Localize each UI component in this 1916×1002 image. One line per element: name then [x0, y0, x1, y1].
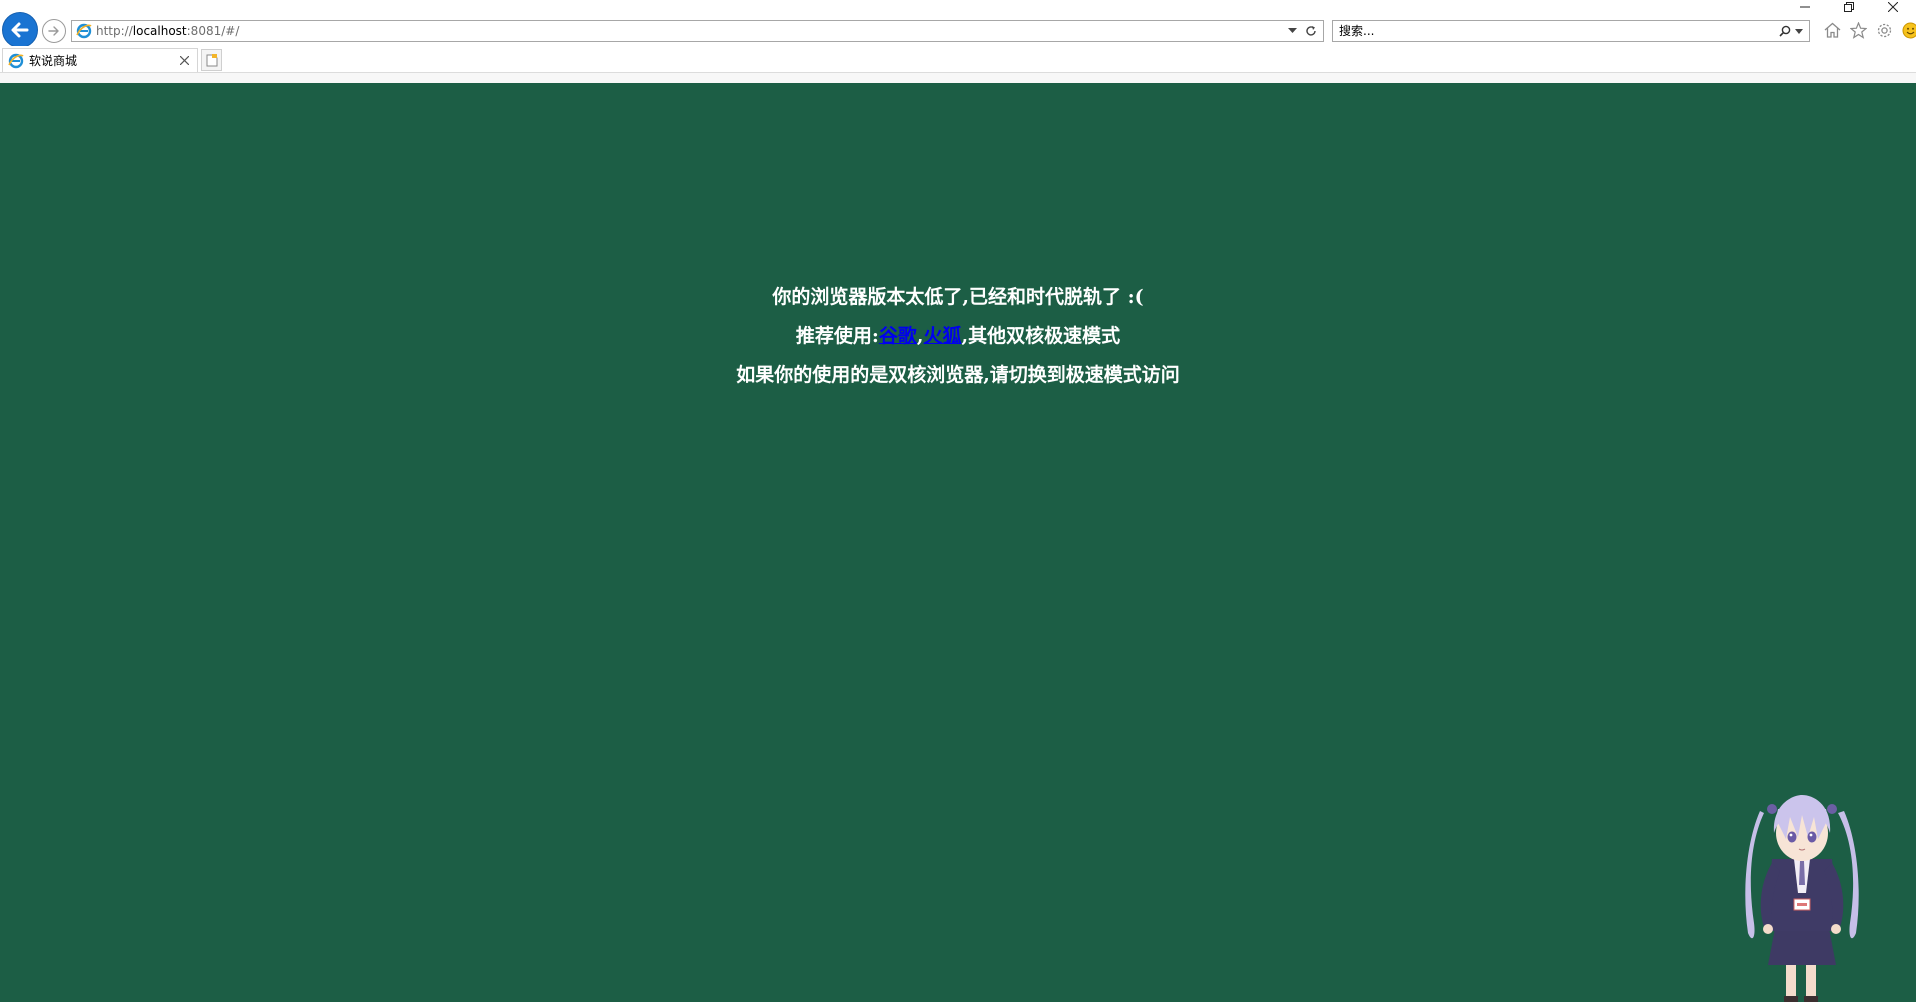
warning-line-3: 如果你的使用的是双核浏览器,请切换到极速模式访问 — [736, 364, 1180, 386]
url-host: localhost — [132, 24, 187, 38]
close-tab-icon — [179, 56, 189, 65]
chrome-link[interactable]: 谷歌 — [879, 325, 917, 347]
new-tab-button[interactable] — [201, 49, 222, 71]
restore-button[interactable] — [1826, 0, 1872, 14]
toolbar-icons — [1822, 20, 1916, 40]
settings-gear-icon — [1877, 23, 1891, 37]
close-window-button[interactable] — [1870, 0, 1916, 14]
minimize-icon — [1800, 6, 1810, 8]
browser-chrome: http://localhost:8081/#/ 搜索... 软说商城 — [0, 0, 1916, 83]
search-icon[interactable] — [1779, 25, 1791, 37]
search-input[interactable] — [1333, 22, 1779, 40]
tab-close-button[interactable] — [177, 54, 191, 68]
address-bar[interactable]: http://localhost:8081/#/ — [71, 20, 1324, 42]
ie-page-icon — [76, 23, 92, 39]
tab-bar: 软说商城 — [0, 46, 1916, 83]
url-scheme: http:// — [96, 24, 133, 38]
forward-arrow-icon — [48, 26, 59, 36]
url-rest: :8081/#/ — [186, 24, 240, 38]
new-tab-icon — [206, 53, 217, 66]
favorites-button[interactable] — [1848, 20, 1868, 40]
back-arrow-icon — [11, 22, 29, 38]
page-viewport: 你的浏览器版本太低了,已经和时代脱轨了 :( 推荐使用:谷歌,火狐,其他双核极速… — [0, 83, 1916, 1002]
feedback-button[interactable] — [1900, 20, 1916, 40]
recommend-suffix: ,其他双核极速模式 — [961, 325, 1121, 347]
feedback-smiley-icon — [1902, 22, 1916, 38]
restore-icon — [1844, 2, 1854, 12]
favorites-star-icon — [1849, 21, 1867, 39]
ie-tab-icon — [8, 53, 24, 68]
link-separator: , — [916, 325, 924, 347]
home-button[interactable] — [1822, 20, 1842, 40]
browser-warning: 你的浏览器版本太低了,已经和时代脱轨了 :( 推荐使用:谷歌,火狐,其他双核极速… — [0, 278, 1916, 395]
home-icon — [1824, 22, 1840, 38]
tab-title: 软说商城 — [29, 54, 78, 68]
search-dropdown-icon[interactable] — [1795, 28, 1803, 34]
firefox-link[interactable]: 火狐 — [924, 325, 962, 347]
warning-line-1: 你的浏览器版本太低了,已经和时代脱轨了 :( — [772, 286, 1144, 308]
search-box[interactable] — [1332, 20, 1810, 42]
mascot-character-image[interactable] — [1742, 793, 1862, 1002]
address-dropdown-icon[interactable] — [1288, 28, 1297, 34]
recommend-label: 推荐使用: — [795, 325, 879, 347]
close-icon — [1888, 2, 1898, 12]
url-text[interactable]: http://localhost:8081/#/ — [96, 24, 1288, 38]
tab-strip-fill — [0, 73, 1916, 83]
minimize-button[interactable] — [1782, 0, 1828, 14]
tab-active[interactable]: 软说商城 — [2, 48, 198, 72]
forward-button[interactable] — [42, 19, 66, 43]
refresh-icon[interactable] — [1305, 25, 1317, 37]
tab-underline — [0, 72, 1916, 73]
back-button[interactable] — [2, 12, 38, 48]
warning-line-2: 推荐使用:谷歌,火狐,其他双核极速模式 — [0, 317, 1916, 356]
settings-button[interactable] — [1874, 20, 1894, 40]
